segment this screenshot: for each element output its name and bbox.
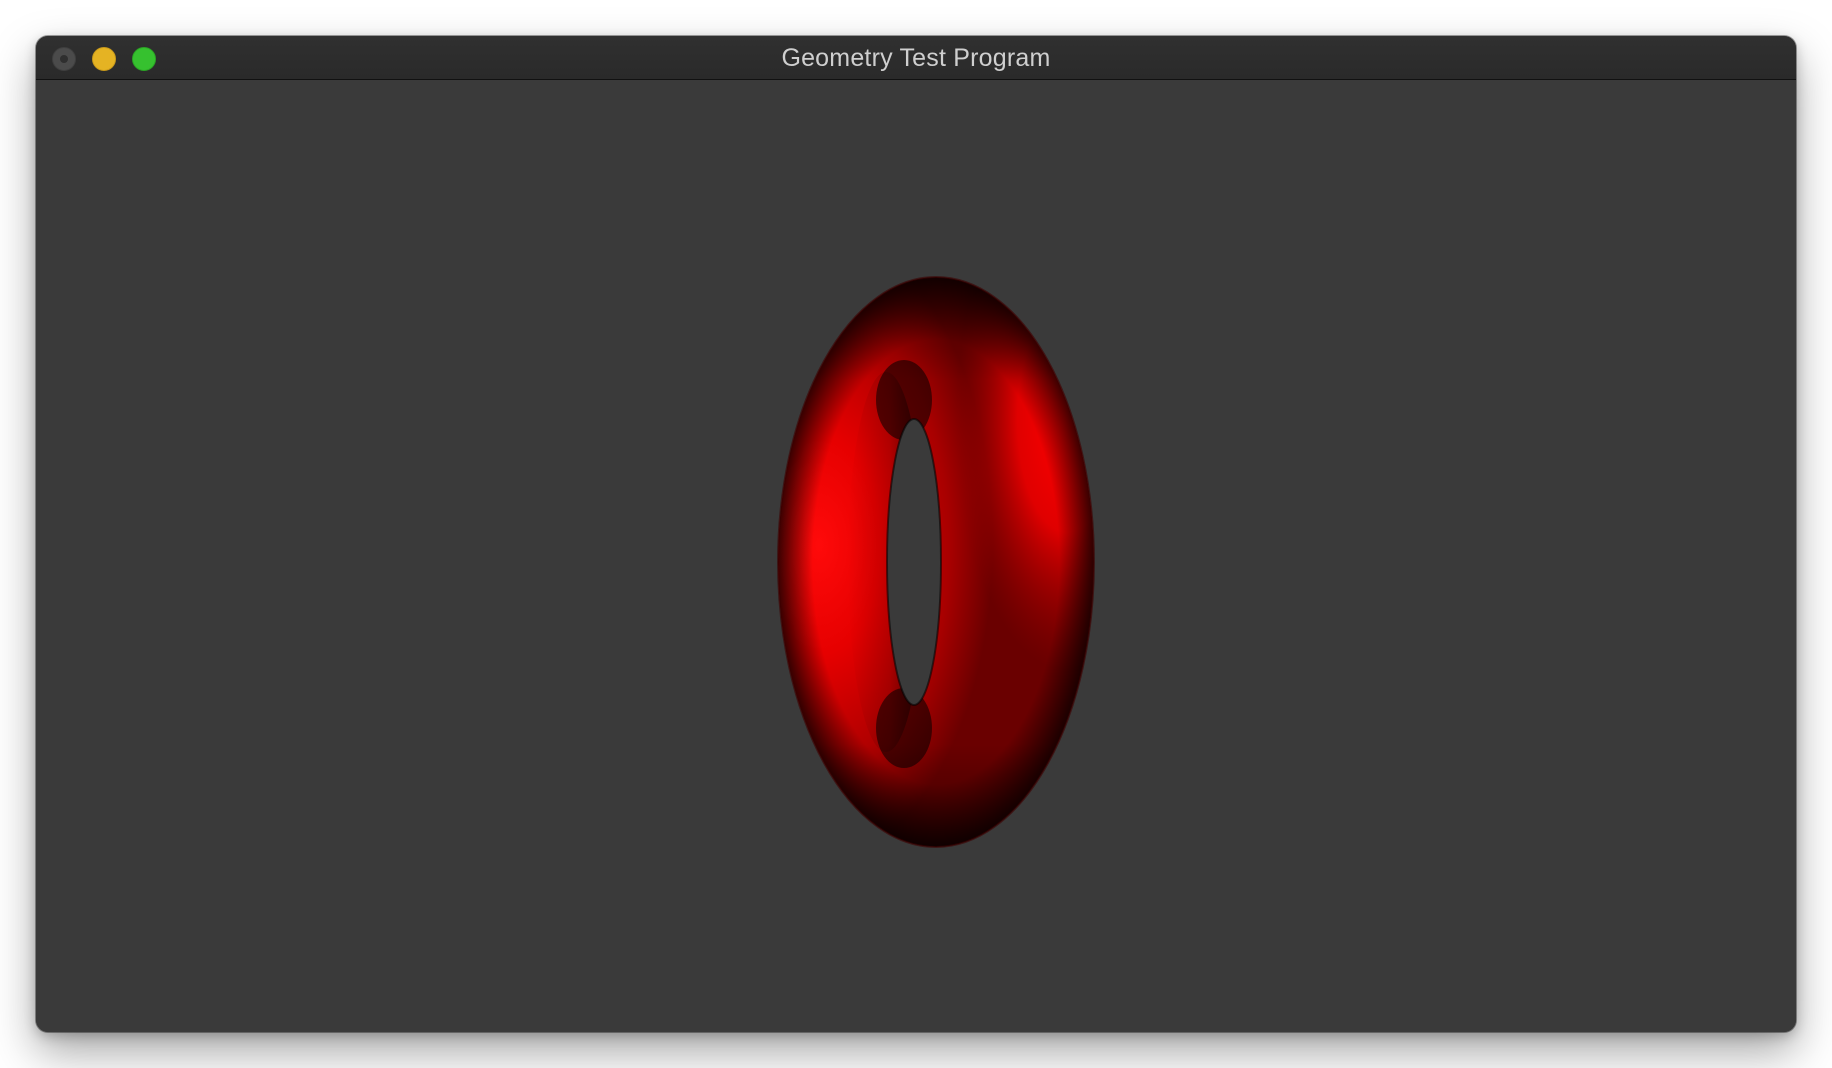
title-bar[interactable]: Geometry Test Program <box>36 36 1796 80</box>
render-viewport[interactable] <box>36 80 1796 1032</box>
window-title: Geometry Test Program <box>781 44 1051 72</box>
torus-render <box>777 276 1111 848</box>
app-window: Geometry Test Program <box>36 36 1796 1032</box>
